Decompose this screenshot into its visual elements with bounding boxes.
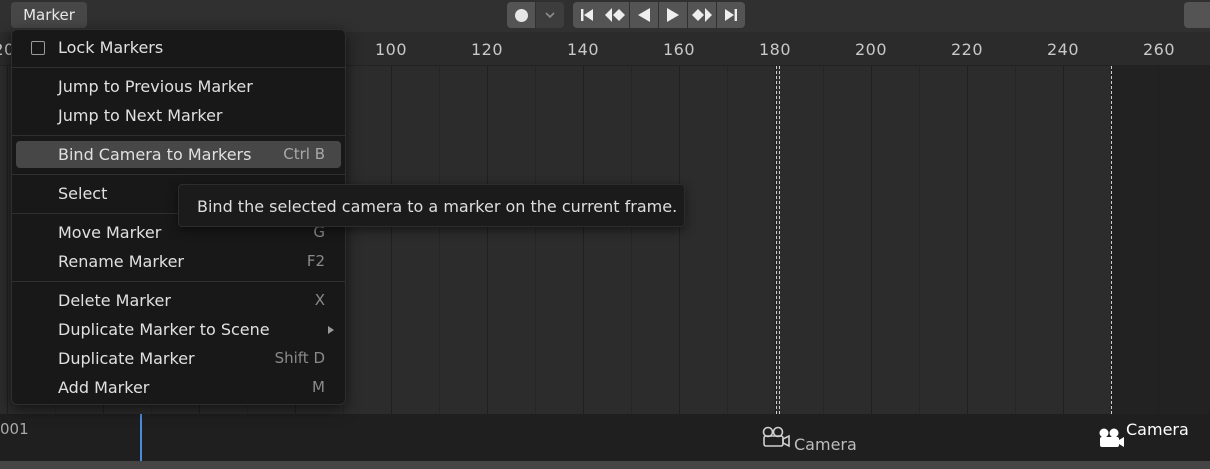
gridline [535, 66, 536, 414]
timeline-header: Marker [0, 0, 1210, 32]
jump-to-previous-keyframe-button[interactable] [601, 2, 629, 28]
menu-item-add-marker[interactable]: Add Marker M [16, 374, 341, 401]
checkbox-icon[interactable] [31, 41, 45, 55]
menu-item-jump-previous-marker[interactable]: Jump to Previous Marker [16, 73, 341, 100]
gridline [583, 66, 584, 414]
menu-item-delete-marker[interactable]: Delete Marker X [16, 287, 341, 314]
menu-item-shortcut: F2 [306, 252, 325, 270]
horizontal-scrollbar[interactable] [0, 461, 1210, 469]
gridline [631, 66, 632, 414]
gridline [871, 66, 872, 414]
marker-strip[interactable]: 001 Camera Camera [0, 414, 1210, 461]
gridline [679, 66, 680, 414]
play-reverse-icon [638, 8, 650, 22]
menu-separator [12, 281, 345, 282]
menu-item-label: Duplicate Marker to Scene [58, 320, 270, 339]
ruler-tick-label: 180 [758, 40, 792, 59]
submenu-arrow-icon [328, 326, 334, 334]
marker-line [776, 66, 777, 414]
menu-item-bind-camera-to-markers[interactable]: Bind Camera to Markers Ctrl B [16, 141, 341, 168]
menu-item-jump-next-marker[interactable]: Jump to Next Marker [16, 102, 341, 129]
gridline [1063, 66, 1064, 414]
menu-item-shortcut: M [312, 378, 325, 396]
menu-item-label: Move Marker [58, 223, 162, 242]
gridline [487, 66, 488, 414]
jump-to-end-icon [725, 9, 737, 21]
ruler-tick-label: 160 [662, 40, 696, 59]
lock-markers-checkbox-item[interactable]: Lock Markers [16, 34, 341, 61]
record-button[interactable] [507, 2, 535, 28]
menu-separator [12, 67, 345, 68]
playhead[interactable] [140, 414, 142, 461]
header-right-button[interactable] [1184, 2, 1210, 28]
jump-to-next-keyframe-button[interactable] [688, 2, 716, 28]
ruler-tick-label: 260 [1142, 40, 1176, 59]
record-icon [514, 8, 528, 22]
menu-item-label: Lock Markers [58, 38, 164, 57]
menu-item-duplicate-marker-to-scene[interactable]: Duplicate Marker to Scene [16, 316, 341, 343]
menu-item-shortcut: X [314, 291, 325, 309]
current-frame-readout: 001 [0, 420, 29, 438]
jump-to-end-button[interactable] [717, 2, 745, 28]
ruler-tick-label: 200 [854, 40, 888, 59]
gridline [7, 66, 8, 414]
jump-to-start-button[interactable] [573, 2, 601, 28]
menu-item-label: Jump to Previous Marker [58, 77, 253, 96]
out-of-range-region [1111, 66, 1210, 414]
gridline [391, 66, 392, 414]
menu-item-shortcut: Ctrl B [283, 145, 325, 163]
ruler-tick-label: 240 [1046, 40, 1080, 59]
jump-to-previous-keyframe-icon [605, 8, 625, 22]
play-icon [667, 8, 679, 22]
marker-line-selected [1111, 66, 1112, 414]
tooltip: Bind the selected camera to a marker on … [178, 184, 685, 227]
play-button[interactable] [659, 2, 687, 28]
ruler-tick-label: 140 [566, 40, 600, 59]
menu-item-duplicate-marker[interactable]: Duplicate Marker Shift D [16, 345, 341, 372]
menu-separator [12, 174, 345, 175]
ruler-tick-label: 120 [470, 40, 504, 59]
gridline [439, 66, 440, 414]
menu-item-label: Delete Marker [58, 291, 171, 310]
ruler-tick-label: 220 [950, 40, 984, 59]
gridline [1015, 66, 1016, 414]
marker-label[interactable]: Camera [794, 435, 857, 454]
menu-item-label: Jump to Next Marker [58, 106, 223, 125]
play-reverse-button[interactable] [630, 2, 658, 28]
jump-to-next-keyframe-icon [692, 8, 712, 22]
record-options-dropdown[interactable] [536, 2, 564, 28]
ruler-tick-label: 100 [374, 40, 408, 59]
menu-item-label: Duplicate Marker [58, 349, 195, 368]
gridline [919, 66, 920, 414]
menu-item-rename-marker[interactable]: Rename Marker F2 [16, 248, 341, 275]
menu-item-label: Select [58, 184, 108, 203]
gridline [967, 66, 968, 414]
gridline [1159, 66, 1160, 414]
camera-marker-icon[interactable] [1097, 426, 1125, 450]
marker-line [779, 66, 780, 414]
menu-item-shortcut: Shift D [274, 349, 325, 367]
camera-marker-icon[interactable] [761, 425, 791, 449]
marker-label-selected[interactable]: Camera [1126, 420, 1189, 439]
chevron-down-icon [545, 12, 555, 19]
menu-item-label: Add Marker [58, 378, 150, 397]
menu-item-label: Bind Camera to Markers [58, 145, 252, 164]
gridline [823, 66, 824, 414]
marker-menu-button[interactable]: Marker [11, 2, 87, 28]
menu-item-label: Rename Marker [58, 252, 185, 271]
gridline [727, 66, 728, 414]
jump-to-start-icon [581, 9, 593, 21]
menu-separator [12, 135, 345, 136]
